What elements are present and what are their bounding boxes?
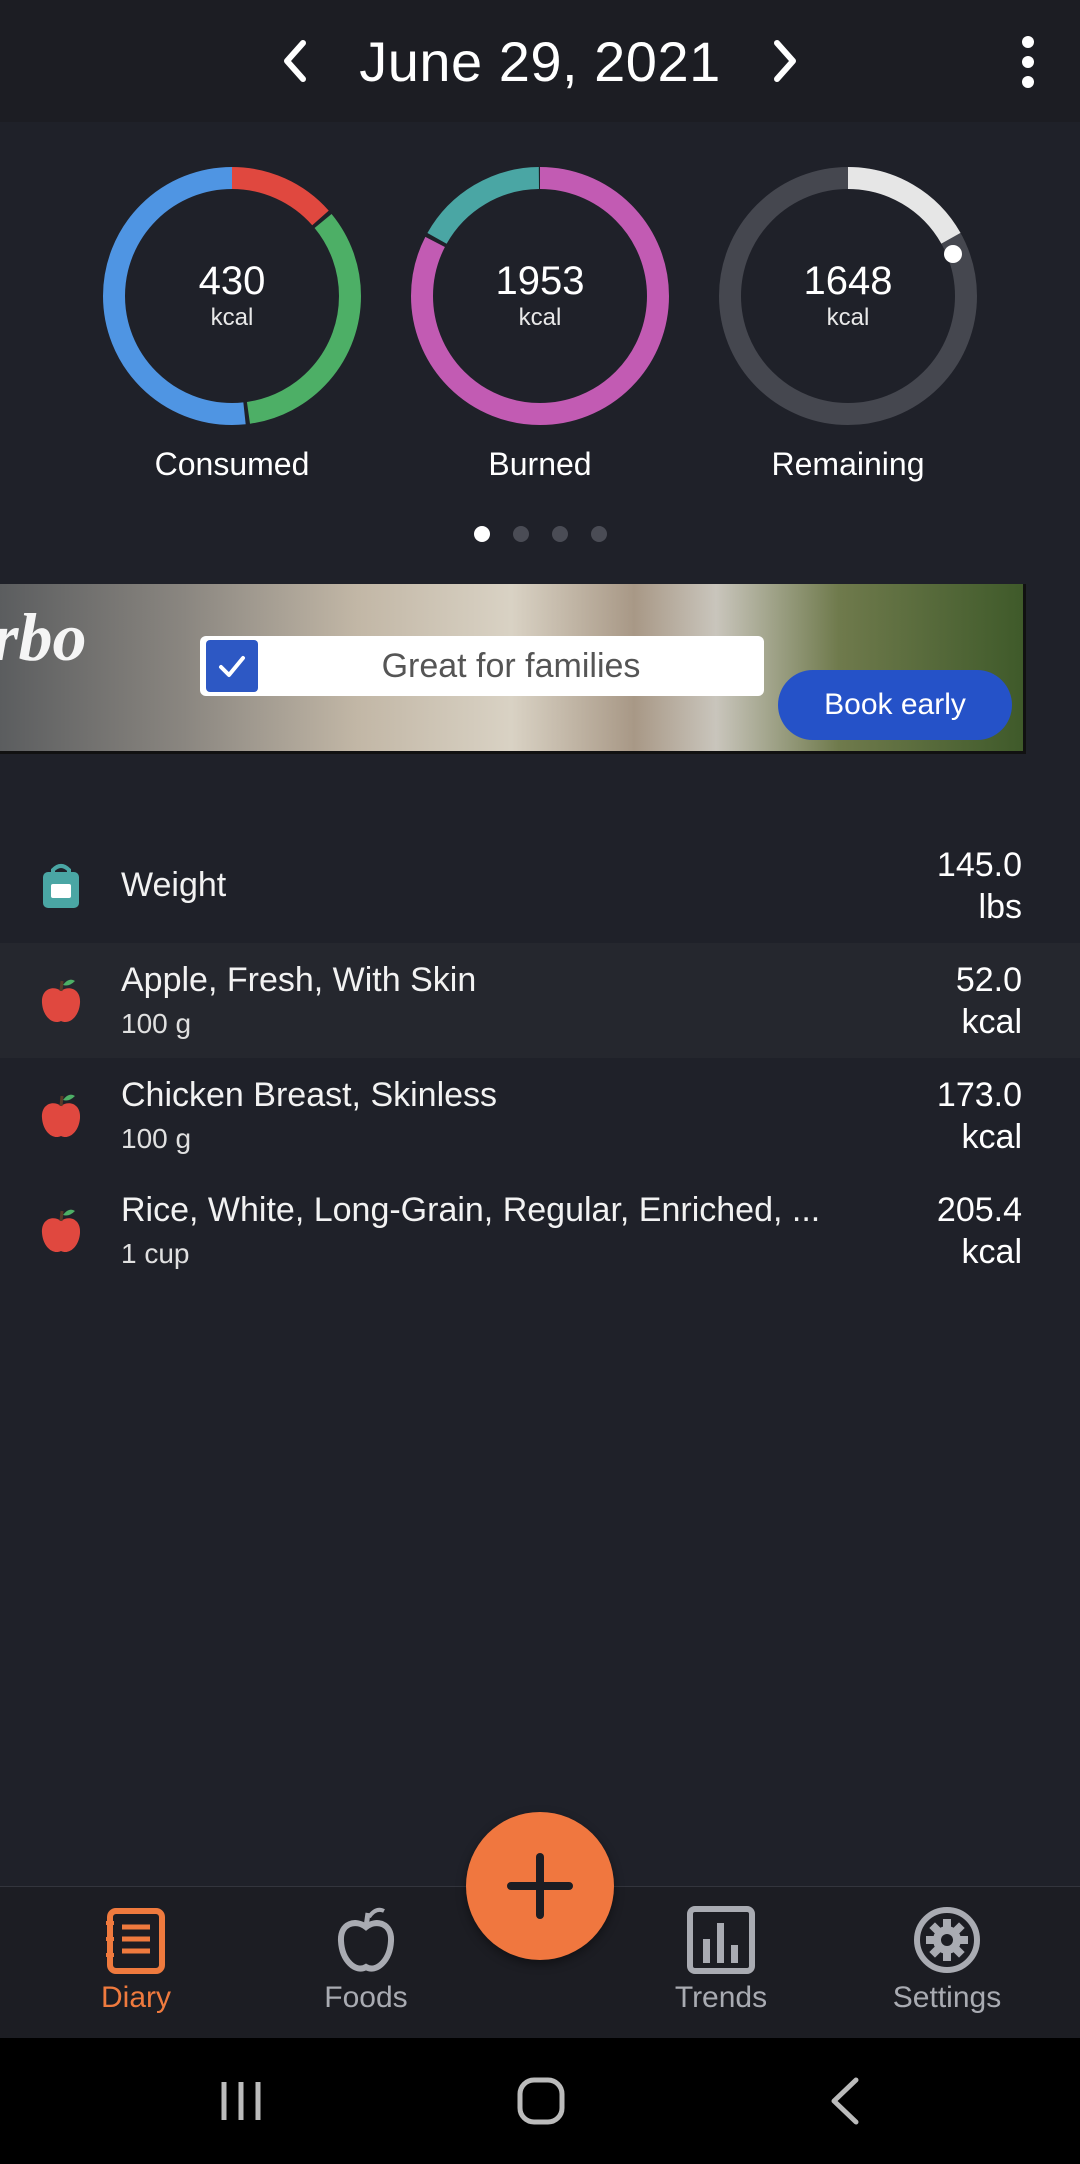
apple-icon xyxy=(0,1092,121,1140)
remaining-label: Remaining xyxy=(771,446,925,482)
checkmark-icon xyxy=(206,640,258,692)
ad-headline: Great for families xyxy=(381,646,641,685)
entry-name: Rice, White, Long-Grain, Regular, Enrich… xyxy=(121,1191,821,1229)
list-item-weight[interactable]: Weight 145.0 lbs xyxy=(0,828,1080,943)
consumed-label: Consumed xyxy=(154,446,310,482)
entry-serving: 100 g xyxy=(121,1123,192,1154)
list-item-food[interactable]: Chicken Breast, Skinless 100 g 173.0 kca… xyxy=(0,1058,1080,1173)
tab-trends[interactable]: Trends xyxy=(621,1905,821,2015)
entry-unit: lbs xyxy=(978,887,1022,926)
next-day-button[interactable] xyxy=(755,31,815,91)
more-dot xyxy=(1022,76,1034,88)
chevron-right-icon xyxy=(773,40,796,82)
home-icon[interactable] xyxy=(516,2076,566,2126)
entry-amount: 173.0 xyxy=(936,1075,1022,1114)
burned-value: 1953 xyxy=(495,259,585,303)
more-vertical-icon xyxy=(1022,36,1034,48)
ad-brand-logo: rbo xyxy=(0,599,87,675)
burned-unit: kcal xyxy=(518,304,562,331)
top-app-bar: June 29, 2021 xyxy=(0,0,1080,122)
entry-serving: 1 cup xyxy=(121,1238,190,1269)
tab-diary[interactable]: Diary xyxy=(36,1905,236,2015)
entry-name: Weight xyxy=(121,866,227,904)
diary-icon xyxy=(106,1908,165,1974)
add-entry-button[interactable] xyxy=(466,1812,614,1960)
entry-unit: kcal xyxy=(961,1232,1022,1271)
more-options-button[interactable] xyxy=(1016,32,1040,92)
list-item-food[interactable]: Rice, White, Long-Grain, Regular, Enrich… xyxy=(0,1173,1080,1288)
consumed-unit: kcal xyxy=(210,304,254,331)
recent-apps-icon[interactable] xyxy=(218,2078,264,2124)
page-dot[interactable] xyxy=(590,526,607,542)
entry-amount: 145.0 xyxy=(936,845,1022,884)
system-navigation-bar xyxy=(0,2038,1080,2164)
ad-headline-box: Great for families xyxy=(200,636,764,696)
remaining-value: 1648 xyxy=(803,259,893,303)
burned-ring: 1953 kcal Burned xyxy=(400,160,680,483)
page-dot-active[interactable] xyxy=(473,526,490,542)
entry-serving: 100 g xyxy=(121,1008,192,1039)
entry-name: Chicken Breast, Skinless xyxy=(121,1076,498,1114)
apple-outline-icon xyxy=(338,1907,394,1972)
back-icon[interactable] xyxy=(826,2076,866,2126)
weight-scale-icon xyxy=(0,862,121,910)
tab-label: Trends xyxy=(674,1981,768,2014)
tab-settings[interactable]: Settings xyxy=(847,1905,1047,2015)
bar-chart-icon xyxy=(687,1906,755,1974)
entry-amount: 52.0 xyxy=(955,960,1022,999)
apple-icon xyxy=(0,1207,121,1255)
entry-amount: 205.4 xyxy=(936,1190,1022,1229)
ad-banner[interactable]: rbo Great for families Book early xyxy=(0,584,1026,754)
list-item-food[interactable]: Apple, Fresh, With Skin 100 g 52.0 kcal xyxy=(0,943,1080,1058)
chevron-left-icon xyxy=(284,40,307,82)
entry-name: Apple, Fresh, With Skin xyxy=(121,961,477,999)
apple-icon xyxy=(0,977,121,1025)
consumed-value: 430 xyxy=(198,259,266,303)
calorie-summary-carousel[interactable]: 430 kcal Consumed 1953 kcal Burned 1648 xyxy=(0,160,1080,500)
entry-unit: kcal xyxy=(961,1002,1022,1041)
page-dot[interactable] xyxy=(512,526,529,542)
tab-label: Foods xyxy=(324,1981,408,2014)
diary-date[interactable]: June 29, 2021 xyxy=(359,29,720,94)
consumed-ring: 430 kcal Consumed xyxy=(92,160,372,483)
burned-label: Burned xyxy=(488,446,592,482)
tab-label: Diary xyxy=(100,1981,171,2014)
previous-day-button[interactable] xyxy=(265,31,325,91)
carousel-page-indicator xyxy=(0,526,1080,542)
tab-label: Settings xyxy=(892,1981,1002,2014)
tab-foods[interactable]: Foods xyxy=(266,1905,466,2015)
ad-cta-button[interactable]: Book early xyxy=(778,670,1012,740)
remaining-unit: kcal xyxy=(826,304,870,331)
more-dot xyxy=(1022,56,1034,68)
page-dot[interactable] xyxy=(551,526,568,542)
gear-icon xyxy=(914,1907,980,1973)
plus-icon xyxy=(507,1853,573,1919)
remaining-ring: 1648 kcal Remaining xyxy=(708,160,988,483)
diary-entry-list: Weight 145.0 lbs Apple, Fresh, With Skin… xyxy=(0,828,1080,1288)
entry-unit: kcal xyxy=(961,1117,1022,1156)
